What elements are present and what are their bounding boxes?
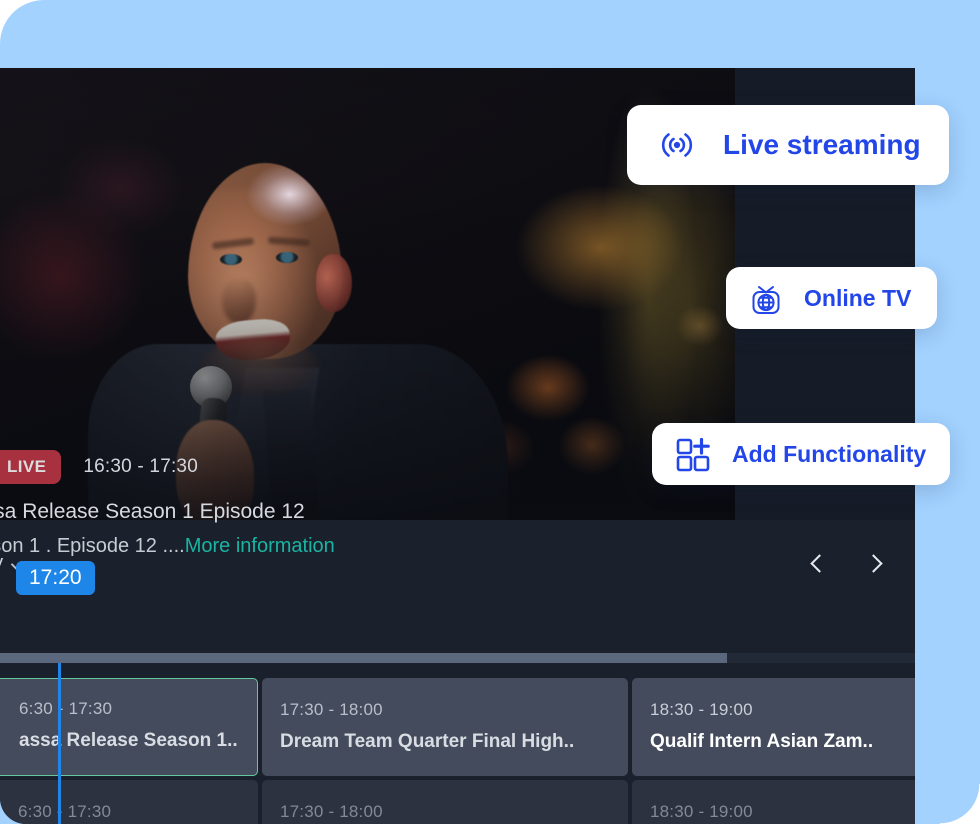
program-cell-time: 6:30 - 17:30 xyxy=(19,699,113,718)
live-badge: LIVE xyxy=(0,450,62,484)
chevron-left-icon[interactable] xyxy=(807,550,833,576)
program-cell[interactable]: 18:30 - 19:00 Qualif Intern Asian Zam.. xyxy=(632,678,915,776)
program-cell[interactable]: 17:30 - 18:00 Dream Team Quarter Final H… xyxy=(262,780,628,824)
program-cell[interactable]: 18:30 - 19:00 Qualif Intern Asian Zam.. xyxy=(632,780,915,824)
feature-badge-live-streaming[interactable]: Live streaming xyxy=(627,105,949,185)
now-playing-title: assa Release Season 1 Episode 12 xyxy=(0,500,305,523)
program-cell-title: Qualif Intern Asian Zam.. xyxy=(650,731,874,752)
program-cell-title: assa Release Season 1.. xyxy=(19,730,238,751)
schedule-toolbar: ay xyxy=(0,542,915,584)
tv-globe-icon xyxy=(752,286,780,314)
feature-badge-label: Online TV xyxy=(804,284,912,311)
program-cell[interactable]: 17:30 - 18:00 Dream Team Quarter Final H… xyxy=(262,678,628,776)
program-cell[interactable]: 6:30 - 17:30 assa Release Season 1.. xyxy=(0,780,258,824)
feature-badge-label: Live streaming xyxy=(723,129,921,160)
timeline-scrollbar-thumb[interactable] xyxy=(0,653,727,663)
day-selector-label: ay xyxy=(0,552,3,575)
program-cell-time: 17:30 - 18:00 xyxy=(280,802,383,821)
chevron-right-icon[interactable] xyxy=(863,550,889,576)
feature-badge-add-functionality[interactable]: Add Functionality xyxy=(652,423,951,485)
program-grid: 6:30 - 17:30 assa Release Season 1.. 17:… xyxy=(0,678,915,824)
program-cell[interactable]: 6:30 - 17:30 assa Release Season 1.. xyxy=(0,678,258,776)
program-cell-time: 17:30 - 18:00 xyxy=(280,700,383,719)
page-root: LIVE 16:30 - 17:30 assa Release Season 1… xyxy=(0,0,980,824)
timeline-scrollbar-track[interactable] xyxy=(0,653,915,663)
current-time-indicator-line xyxy=(58,663,61,824)
program-cell-time: 18:30 - 19:00 xyxy=(650,700,753,719)
feature-badge-label: Add Functionality xyxy=(732,440,927,467)
program-cell-time: 6:30 - 17:30 xyxy=(18,802,112,821)
now-playing-status-row: LIVE 16:30 - 17:30 xyxy=(0,450,520,484)
program-row: 6:30 - 17:30 assa Release Season 1.. 17:… xyxy=(0,780,915,824)
grid-plus-icon xyxy=(676,437,710,472)
current-time-pill[interactable]: 17:20 xyxy=(16,561,95,595)
program-cell-title: Dream Team Quarter Final High.. xyxy=(280,731,575,752)
program-cell-time: 18:30 - 19:00 xyxy=(650,802,753,821)
feature-badge-online-tv[interactable]: Online TV xyxy=(726,267,938,329)
program-row: 6:30 - 17:30 assa Release Season 1.. 17:… xyxy=(0,678,915,776)
broadcast-signal-icon xyxy=(661,133,693,157)
schedule-nav-arrows xyxy=(807,550,889,576)
now-playing-time-range: 16:30 - 17:30 xyxy=(83,456,198,477)
